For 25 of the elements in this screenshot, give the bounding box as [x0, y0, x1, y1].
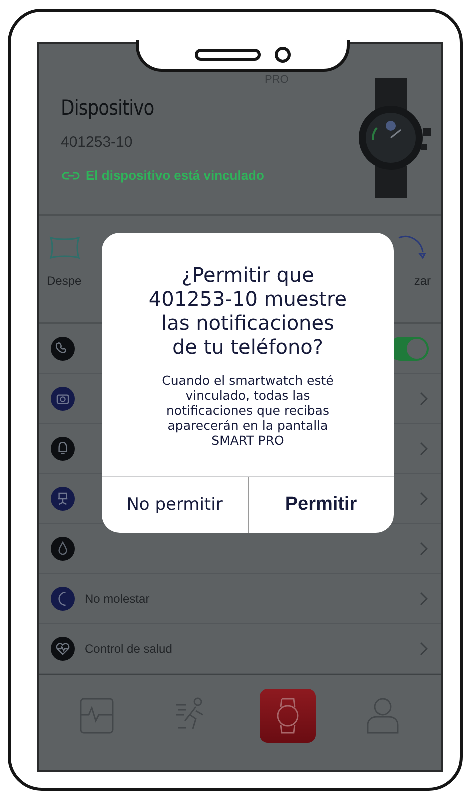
chair-icon: [51, 486, 75, 510]
camera-icon: [51, 386, 75, 410]
chevron-right-icon: [419, 440, 429, 456]
allow-button[interactable]: Permitir: [248, 477, 394, 533]
dialog-title: ¿Permitir que 401253-10 muestre las notificaciones de tu teléfono?: [148, 263, 348, 359]
nav-tab[interactable]: [260, 689, 316, 743]
chevron-right-icon: [419, 640, 429, 656]
dialog-message: Cuando el smartwatch esté vinculado, todas las notificaciones que recibas aparecerán en la pantalla SMART PRO: [161, 373, 335, 448]
shortcut-label[interactable]: zar: [414, 274, 431, 288]
chevron-right-icon: [419, 590, 429, 606]
device-model: 401253-10: [61, 134, 133, 151]
deny-button[interactable]: No permitir: [102, 477, 248, 533]
setting-label[interactable]: Control de salud: [85, 642, 409, 656]
setting-label[interactable]: No molestar: [85, 592, 409, 606]
chevron-right-icon: [419, 490, 429, 506]
chevron-right-icon: [419, 540, 429, 556]
link-status: El dispositivo está vinculado: [86, 168, 264, 183]
drop-icon: [51, 536, 75, 560]
chevron-right-icon: [419, 390, 429, 406]
moon-icon: [51, 586, 75, 610]
screen-title: Dispositivo: [61, 96, 154, 120]
bell-icon: [51, 436, 75, 460]
heart-pulse-icon: [51, 636, 75, 660]
shortcut-label[interactable]: Despe: [47, 274, 82, 288]
phone-icon: [51, 336, 75, 360]
